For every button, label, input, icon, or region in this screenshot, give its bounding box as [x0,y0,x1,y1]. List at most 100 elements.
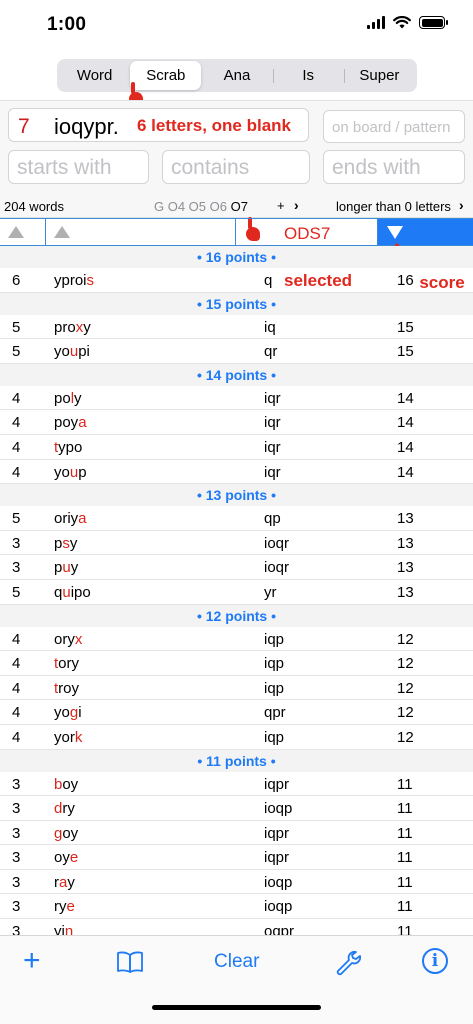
blank-letter: a [78,414,87,432]
book-icon[interactable] [117,951,143,973]
missing-letters: iqr [264,389,281,407]
table-row[interactable]: 3 rye ioqp 11 [0,894,473,920]
word-part: yor [54,728,75,746]
word-score: 12 [397,728,414,746]
word-length: 3 [12,775,21,793]
tab-word[interactable]: Word [59,61,130,90]
blank-letter: s [62,534,70,552]
word-length: 4 [12,438,21,456]
chevron-right-icon[interactable]: › [459,197,464,213]
word-length: 3 [12,849,21,867]
table-row[interactable]: 5 proxy iq 15 [0,315,473,340]
table-row[interactable]: 4 poya iqr 14 [0,410,473,435]
wrench-icon[interactable] [334,949,362,977]
add-list-button[interactable]: + [277,198,285,213]
results-info-bar: 204 words G O4 O5 O6 O7 + › longer than … [0,192,473,218]
table-row[interactable]: 4 yogi qpr 12 [0,700,473,725]
word: boy [54,776,78,793]
table-row[interactable]: 3 dry ioqp 11 [0,796,473,821]
letter-count: 7 [18,115,30,138]
word-part: po [54,389,71,407]
chevron-right-icon[interactable]: › [294,197,299,213]
board-pattern-input[interactable]: on board / pattern [323,110,465,143]
table-row[interactable]: 4 poly iqr 14 [0,386,473,411]
word-score: 11 [397,849,413,867]
table-row[interactable]: 5 quipo yr 13 [0,580,473,605]
word-length: 3 [12,873,21,891]
length-filter[interactable]: longer than 0 letters [336,199,451,214]
table-row[interactable]: 3 boy iqpr 11 [0,772,473,797]
starts-placeholder: starts with [17,156,112,179]
word-list-selector[interactable]: G O4 O5 O6 O7 [154,199,248,214]
word-length: 6 [12,272,21,289]
word-part: poy [54,414,79,432]
blank-letter: a [78,510,87,528]
word-score: 11 [397,800,413,818]
letters-annotation: 6 letters, one blank [137,116,291,135]
table-row[interactable]: 3 goy iqpr 11 [0,821,473,846]
table-row[interactable]: 5 youpi qr 15 [0,339,473,364]
table-row[interactable]: 4 york iqp 12 [0,725,473,750]
table-row[interactable]: 4 typo iqr 14 [0,435,473,460]
table-row[interactable]: 6 yprois q 16 [0,268,473,293]
missing-letters: q [264,272,273,289]
ends-with-input[interactable]: ends with [323,150,465,184]
table-row[interactable]: 4 troy iqp 12 [0,676,473,701]
missing-letters: iq [264,318,276,336]
blank-letter: u [69,463,79,481]
add-button[interactable]: + [23,946,41,976]
missing-letters: iqp [264,630,285,648]
missing-letters: ioqp [264,873,293,891]
blank-letter: g [69,704,79,722]
word: yprois [54,272,94,289]
table-row[interactable]: 3 psy ioqr 13 [0,531,473,556]
word: rye [54,898,75,915]
sort-word-button[interactable] [46,219,236,245]
sort-score-button[interactable] [378,219,473,245]
table-row[interactable]: 3 puy ioqr 13 [0,555,473,580]
word-length: 4 [12,679,21,697]
word: youpi [54,343,90,360]
word-part: yo [54,704,70,722]
tab-ana[interactable]: Ana [201,61,272,90]
word-list-options[interactable]: G O4 O5 O6 [154,199,227,214]
info-button[interactable]: i [422,948,448,974]
ods-annotation: ODS7 [284,224,331,243]
tab-super[interactable]: Super [343,61,415,90]
tab-is[interactable]: Is [272,61,344,90]
points-group-header: • 14 points • [0,363,473,386]
mode-segmented-control[interactable]: Word Scrab Ana Is Super [57,59,417,92]
contains-input[interactable]: contains [162,150,310,184]
word-length: 4 [12,728,21,746]
word-part: oriy [54,510,79,528]
table-row[interactable]: 3 ray ioqp 11 [0,870,473,895]
word-part: y [69,534,78,552]
word-part: ypo [58,438,83,456]
table-row[interactable]: 5 oriya qp 13 [0,506,473,531]
tab-scrab[interactable]: Scrab [130,61,202,90]
table-row[interactable]: 3 oye iqpr 11 [0,845,473,870]
sort-length-button[interactable] [0,219,46,245]
clear-button[interactable]: Clear [214,951,259,973]
table-row[interactable]: 4 oryx iqp 12 [0,627,473,652]
word: goy [54,825,78,842]
wifi-icon [393,16,411,29]
word-length: 3 [12,800,21,818]
points-group-header: • 13 points • [0,484,473,507]
table-row[interactable]: 4 youp iqr 14 [0,460,473,485]
starts-with-input[interactable]: starts with [8,150,149,184]
word: oye [54,849,78,866]
word-length: 5 [12,343,21,361]
table-row[interactable]: 4 tory iqp 12 [0,651,473,676]
word-score: 13 [397,559,414,577]
word-part: ory [54,630,75,648]
word-length: 5 [12,583,21,601]
word-list-selected[interactable]: O7 [231,199,248,214]
word-score: 16 [397,272,414,289]
word-part: y [70,559,79,577]
word: quipo [54,584,91,601]
results-list[interactable]: • 16 points • 6 yprois q 16 • 15 points • 5 pro… [0,246,473,944]
points-group-header: • 11 points • [0,749,473,772]
word-score: 13 [397,583,414,601]
word-part: yo [54,463,70,481]
